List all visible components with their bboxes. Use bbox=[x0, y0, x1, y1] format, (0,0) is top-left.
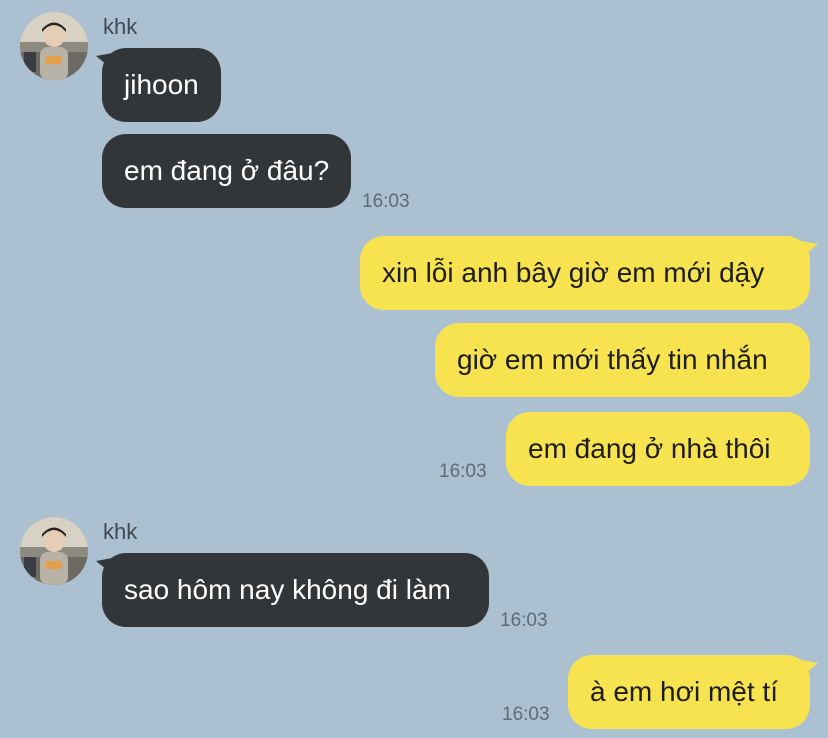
bubble-tail bbox=[796, 659, 818, 681]
bubble-tail bbox=[796, 240, 818, 262]
outgoing-message[interactable]: à em hơi mệt tí bbox=[568, 655, 810, 729]
message-timestamp: 16:03 bbox=[500, 610, 548, 631]
outgoing-message[interactable]: giờ em mới thấy tin nhắn bbox=[435, 323, 810, 397]
avatar-photo-icon bbox=[20, 12, 88, 80]
outgoing-message[interactable]: xin lỗi anh bây giờ em mới dậy bbox=[360, 236, 810, 310]
message-timestamp: 16:03 bbox=[439, 461, 487, 482]
sender-avatar[interactable] bbox=[20, 517, 88, 585]
incoming-message[interactable]: sao hôm nay không đi làm bbox=[102, 553, 489, 627]
sender-avatar[interactable] bbox=[20, 12, 88, 80]
avatar-photo-icon bbox=[20, 517, 88, 585]
sender-name: khk bbox=[103, 14, 138, 39]
incoming-message[interactable]: jihoon bbox=[102, 48, 221, 122]
message-timestamp: 16:03 bbox=[502, 704, 550, 725]
message-timestamp: 16:03 bbox=[362, 191, 410, 212]
sender-name: khk bbox=[103, 519, 138, 544]
incoming-message[interactable]: em đang ở đâu? bbox=[102, 134, 352, 208]
outgoing-message[interactable]: em đang ở nhà thôi bbox=[506, 412, 810, 486]
